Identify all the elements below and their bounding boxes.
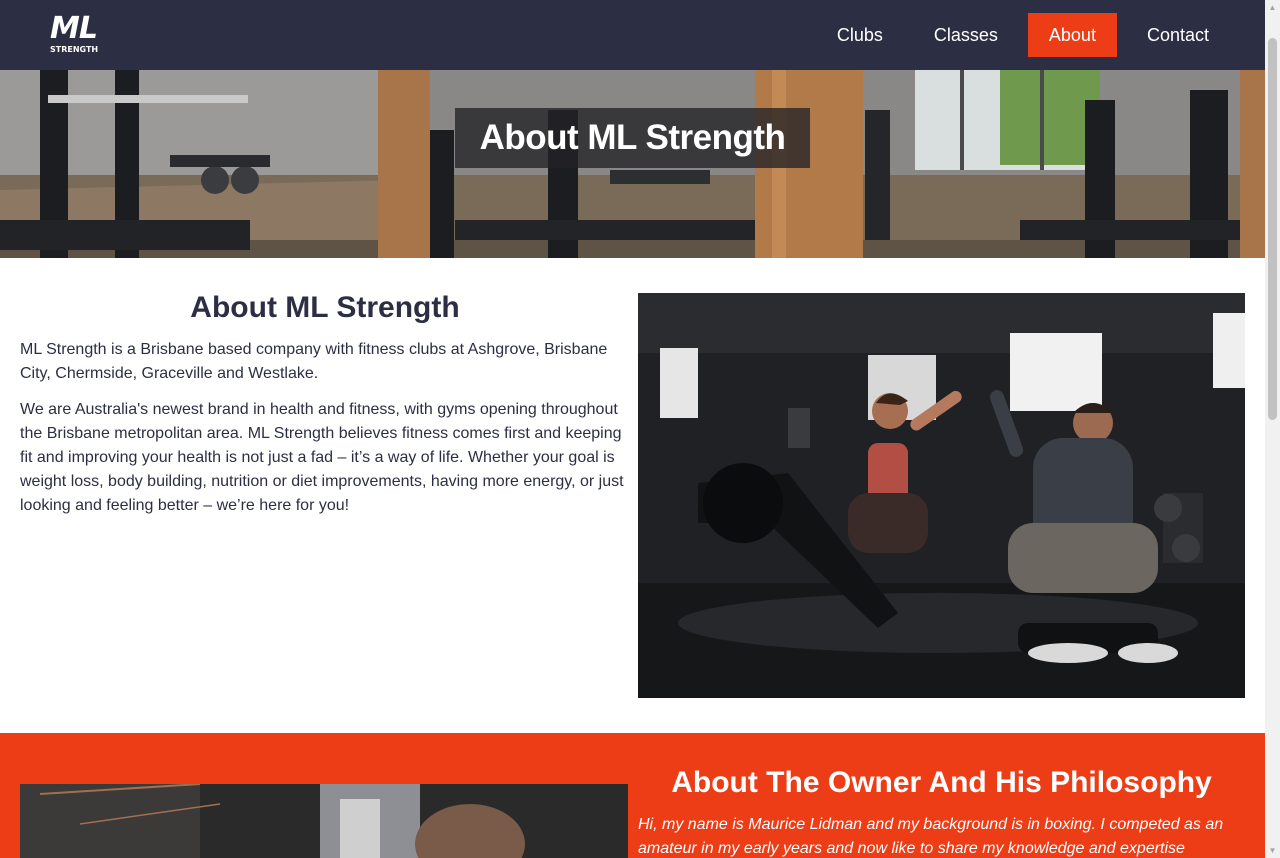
owner-boxing-image <box>20 784 628 858</box>
nav-contact[interactable]: Contact <box>1126 13 1230 57</box>
trainer-high-five-image <box>638 293 1245 698</box>
owner-heading: About The Owner And His Philosophy <box>671 766 1212 799</box>
trainer-photo-graphic <box>638 293 1245 698</box>
about-text-column: About ML Strength ML Strength is a Brisb… <box>20 286 630 530</box>
about-heading: About ML Strength <box>190 291 460 324</box>
hero-title-box: About ML Strength <box>455 108 810 168</box>
site-header: ML STRENGTH Clubs Classes About Contact <box>0 0 1265 70</box>
ml-strength-logo[interactable]: ML STRENGTH <box>50 14 102 58</box>
main-nav: Clubs Classes About Contact <box>807 13 1230 57</box>
chevron-down-icon[interactable]: ▼ <box>1268 846 1277 855</box>
about-paragraph-2: We are Australia's newest brand in healt… <box>20 401 624 514</box>
owner-section: About The Owner And His Philosophy Hi, m… <box>0 733 1265 858</box>
hero-title: About ML Strength <box>479 118 786 157</box>
hero-banner: About ML Strength <box>0 70 1265 258</box>
nav-about[interactable]: About <box>1027 13 1117 57</box>
logo-ml-text: ML <box>50 11 98 46</box>
page-scrollbar[interactable]: ▲ ▼ <box>1265 0 1280 858</box>
nav-clubs[interactable]: Clubs <box>816 13 904 57</box>
logo-strength-text: STRENGTH <box>50 45 99 54</box>
nav-classes[interactable]: Classes <box>913 13 1019 57</box>
owner-photo-graphic <box>20 784 628 858</box>
about-paragraph-1: ML Strength is a Brisbane based company … <box>20 341 608 382</box>
owner-paragraph: Hi, my name is Maurice Lidman and my bac… <box>638 816 1224 857</box>
scroll-thumb[interactable] <box>1268 38 1277 420</box>
chevron-up-icon[interactable]: ▲ <box>1268 3 1277 12</box>
